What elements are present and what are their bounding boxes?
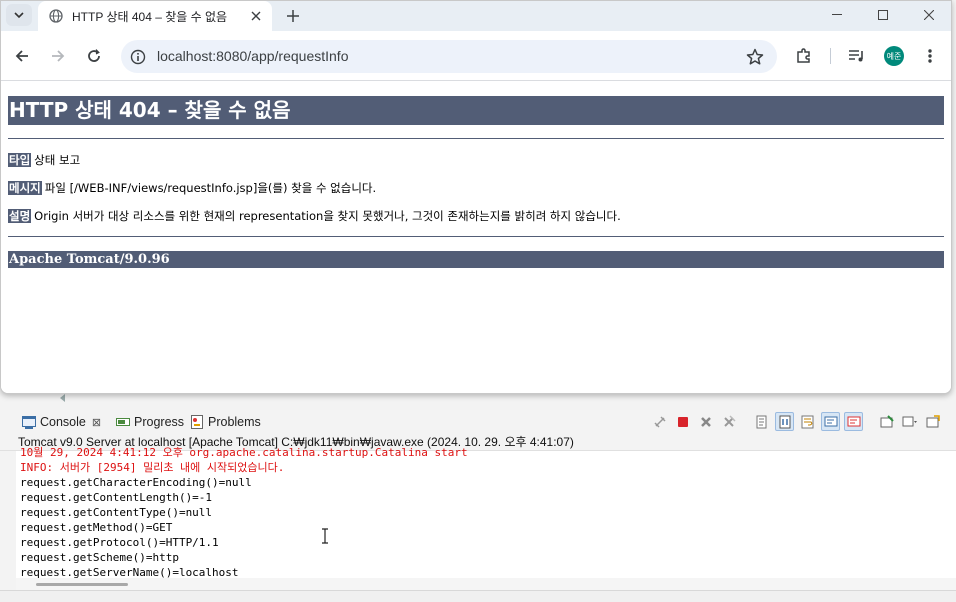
console-line: request.getCharacterEncoding()=null	[20, 476, 252, 489]
tab-progress[interactable]: Progress	[116, 412, 184, 432]
scroll-lock-icon[interactable]	[775, 412, 794, 431]
pin-console-icon[interactable]	[877, 412, 896, 431]
message-row: 메시지 파일 [/WEB-INF/views/requestInfo.jsp]을(…	[8, 180, 376, 196]
close-icon[interactable]	[248, 8, 264, 24]
console-output[interactable]: 10월 29, 2024 4:41:12 오후 org.apache.catal…	[0, 446, 956, 579]
console-icon	[22, 415, 36, 429]
avatar[interactable]: 예준	[884, 46, 904, 66]
tab-search-button[interactable]	[6, 4, 32, 26]
page-title: HTTP 상태 404 – 찾을 수 없음	[8, 96, 944, 125]
media-controls-button[interactable]	[846, 43, 868, 69]
reload-icon	[88, 49, 100, 62]
site-info-icon[interactable]	[129, 48, 147, 66]
arrow-right-icon	[52, 50, 65, 62]
tab-strip: HTTP 상태 404 – 찾을 수 없음	[1, 1, 951, 31]
collapse-arrow-icon[interactable]	[60, 394, 65, 402]
globe-icon	[48, 8, 64, 24]
address-bar[interactable]: localhost:8080/app/requestInfo	[121, 40, 777, 73]
text-cursor-icon	[321, 528, 329, 544]
open-console-icon[interactable]	[923, 412, 942, 431]
console-lines: 10월 29, 2024 4:41:12 오후 org.apache.catal…	[20, 445, 468, 580]
console-line: 10월 29, 2024 4:41:12 오후 org.apache.catal…	[20, 446, 468, 459]
server-info: Apache Tomcat/9.0.96	[8, 251, 944, 268]
chevron-down-icon	[14, 12, 24, 19]
type-value: 상태 보고	[34, 153, 81, 167]
toolbar-separator	[742, 412, 748, 431]
status-bar	[0, 590, 956, 602]
message-label: 메시지	[8, 181, 42, 195]
toolbar-separator	[867, 412, 873, 431]
puzzle-icon	[797, 48, 810, 63]
divider	[8, 236, 944, 237]
scrollbar-thumb[interactable]	[36, 583, 128, 586]
show-on-stderr-icon[interactable]	[844, 412, 863, 431]
description-value: Origin 서버가 대상 리소스를 위한 현재의 representation…	[34, 209, 621, 223]
tab-problems[interactable]: Problems	[190, 412, 261, 432]
star-icon[interactable]	[745, 47, 765, 67]
forward-button[interactable]	[45, 43, 71, 69]
music-queue-icon	[849, 50, 863, 62]
word-wrap-icon[interactable]	[798, 412, 817, 431]
console-line: request.getContentType()=null	[20, 506, 213, 519]
toolbar-divider	[830, 48, 831, 64]
browser-window: HTTP 상태 404 – 찾을 수 없음 localhost:8080/app…	[0, 0, 952, 394]
type-row: 타입 상태 보고	[8, 152, 80, 168]
disconnect-icon[interactable]	[650, 412, 669, 431]
console-gutter	[0, 451, 16, 579]
extensions-button[interactable]	[793, 43, 815, 69]
arrow-left-icon	[15, 50, 28, 62]
console-line: request.getProtocol()=HTTP/1.1	[20, 536, 219, 549]
console-toolbar	[650, 412, 942, 432]
horizontal-scrollbar[interactable]	[16, 578, 956, 590]
browser-tab[interactable]: HTTP 상태 404 – 찾을 수 없음	[38, 1, 272, 31]
divider	[8, 138, 944, 139]
maximize-button[interactable]	[860, 1, 906, 29]
console-view-tabbar: Console ⊠ Progress Problems	[0, 408, 956, 434]
console-line: INFO: 서버가 [2954] 밀리초 내에 시작되었습니다.	[20, 461, 285, 474]
type-label: 타입	[8, 153, 32, 167]
description-row: 설명 Origin 서버가 대상 리소스를 위한 현재의 representati…	[8, 208, 621, 224]
close-icon[interactable]: ⊠	[92, 416, 101, 429]
new-tab-button[interactable]	[282, 5, 304, 27]
reload-button[interactable]	[81, 43, 107, 69]
remove-all-launches-icon[interactable]	[719, 412, 738, 431]
more-options-icon[interactable]	[920, 43, 940, 69]
remove-launch-icon[interactable]	[696, 412, 715, 431]
problems-icon	[190, 415, 204, 429]
back-button[interactable]	[9, 43, 35, 69]
display-console-icon[interactable]	[900, 412, 919, 431]
message-value: 파일 [/WEB-INF/views/requestInfo.jsp]을(를) …	[44, 181, 377, 195]
tab-console-label: Console	[40, 415, 86, 429]
minimize-button[interactable]	[814, 1, 860, 29]
console-line: request.getContentLength()=-1	[20, 491, 213, 504]
progress-icon	[116, 415, 130, 429]
description-label: 설명	[8, 209, 32, 223]
tab-title: HTTP 상태 404 – 찾을 수 없음	[72, 9, 228, 24]
clear-console-icon[interactable]	[752, 412, 771, 431]
terminate-icon[interactable]	[673, 412, 692, 431]
console-line: request.getMethod()=GET	[20, 521, 173, 534]
tab-progress-label: Progress	[134, 415, 185, 429]
console-line: request.getScheme()=http	[20, 551, 179, 564]
error-page: HTTP 상태 404 – 찾을 수 없음 타입 상태 보고 메시지 파일 [/WE…	[1, 82, 951, 393]
url-text[interactable]: localhost:8080/app/requestInfo	[157, 48, 348, 64]
plus-icon	[287, 10, 299, 22]
tab-console[interactable]: Console ⊠	[22, 412, 101, 432]
browser-toolbar: localhost:8080/app/requestInfo 예준	[1, 31, 951, 81]
close-window-button[interactable]	[906, 1, 951, 29]
show-on-stdout-icon[interactable]	[821, 412, 840, 431]
tab-problems-label: Problems	[208, 415, 261, 429]
